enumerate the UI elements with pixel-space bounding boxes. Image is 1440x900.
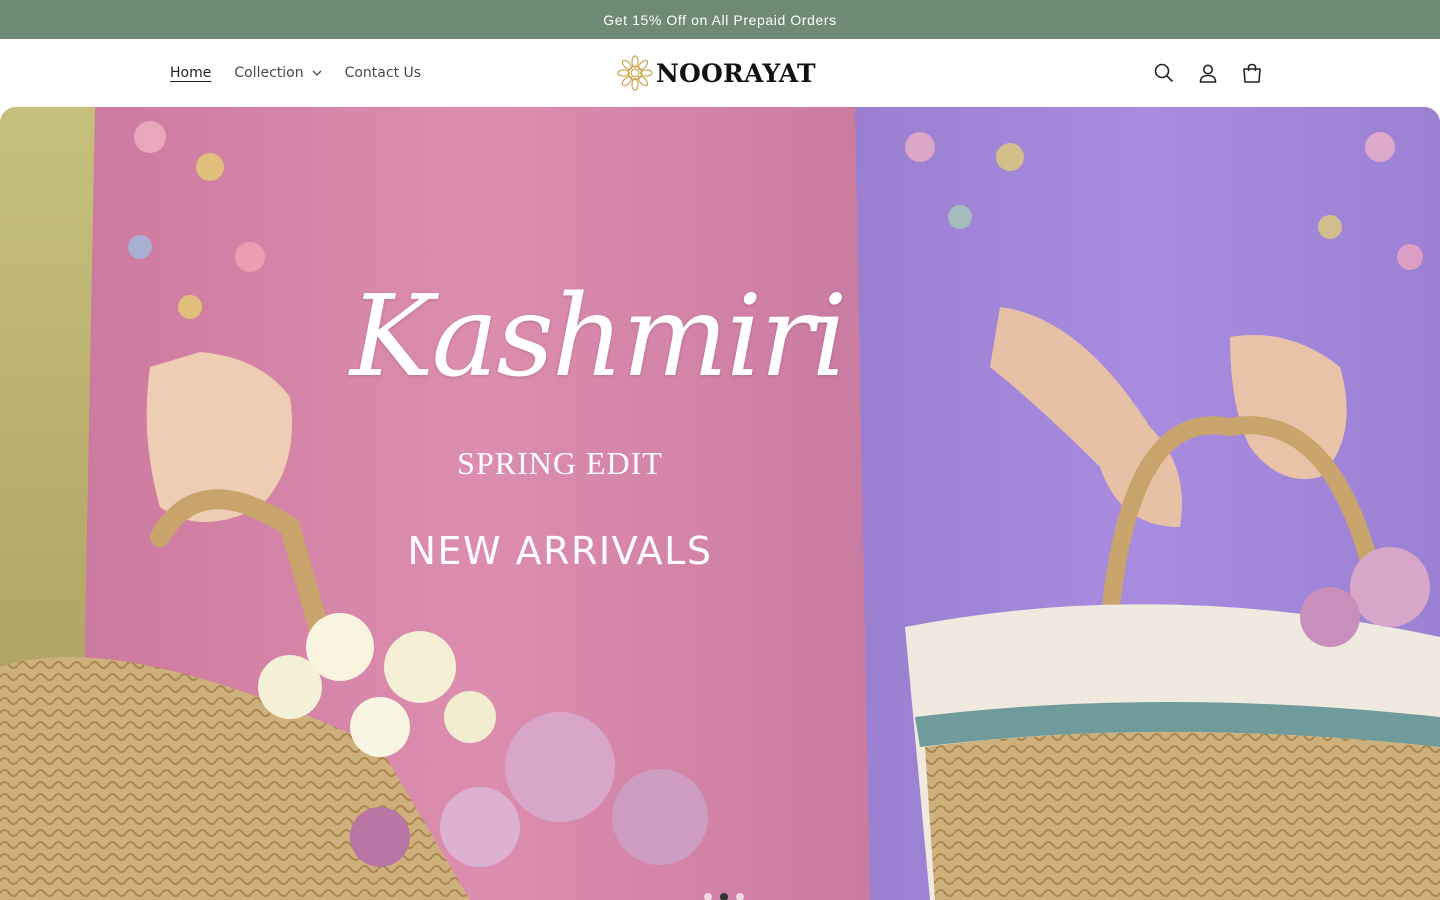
main-nav: Home Collection Contact Us <box>170 39 444 107</box>
slideshow-dots <box>700 893 748 900</box>
slide-dot-2[interactable] <box>720 893 728 900</box>
hero-tagline: NEW ARRIVALS <box>407 529 713 573</box>
search-icon <box>1154 63 1174 83</box>
cart-button[interactable] <box>1240 61 1264 85</box>
nav-home-label: Home <box>170 65 212 81</box>
cart-icon <box>1243 63 1261 83</box>
hero-title: Kashmiri <box>350 272 847 402</box>
announcement-text: Get 15% Off on All Prepaid Orders <box>603 11 837 28</box>
search-button[interactable] <box>1152 61 1176 85</box>
header-actions <box>1132 39 1264 107</box>
slide-dot-3[interactable] <box>736 893 744 900</box>
brand-logo[interactable]: NOORAYAT <box>616 53 816 93</box>
brand-name: NOORAYAT <box>656 58 816 88</box>
account-button[interactable] <box>1196 61 1220 85</box>
chevron-down-icon <box>312 70 322 76</box>
nav-collection-label: Collection <box>234 65 304 81</box>
hero-image <box>0 107 1440 900</box>
site-header: Home Collection Contact Us NOORAYAT <box>0 39 1440 107</box>
nav-contact-us[interactable]: Contact Us <box>345 65 421 81</box>
flower-mandala-icon <box>617 55 653 91</box>
hero-banner[interactable]: Kashmiri SPRING EDIT NEW ARRIVALS <box>0 107 1440 900</box>
nav-collection[interactable]: Collection <box>234 65 322 81</box>
nav-home[interactable]: Home <box>170 65 211 81</box>
announcement-bar: Get 15% Off on All Prepaid Orders <box>0 0 1440 39</box>
slide-dot-1[interactable] <box>704 893 712 900</box>
account-icon <box>1199 64 1217 83</box>
nav-contact-label: Contact Us <box>344 65 422 81</box>
hero-subtitle: SPRING EDIT <box>457 445 663 481</box>
